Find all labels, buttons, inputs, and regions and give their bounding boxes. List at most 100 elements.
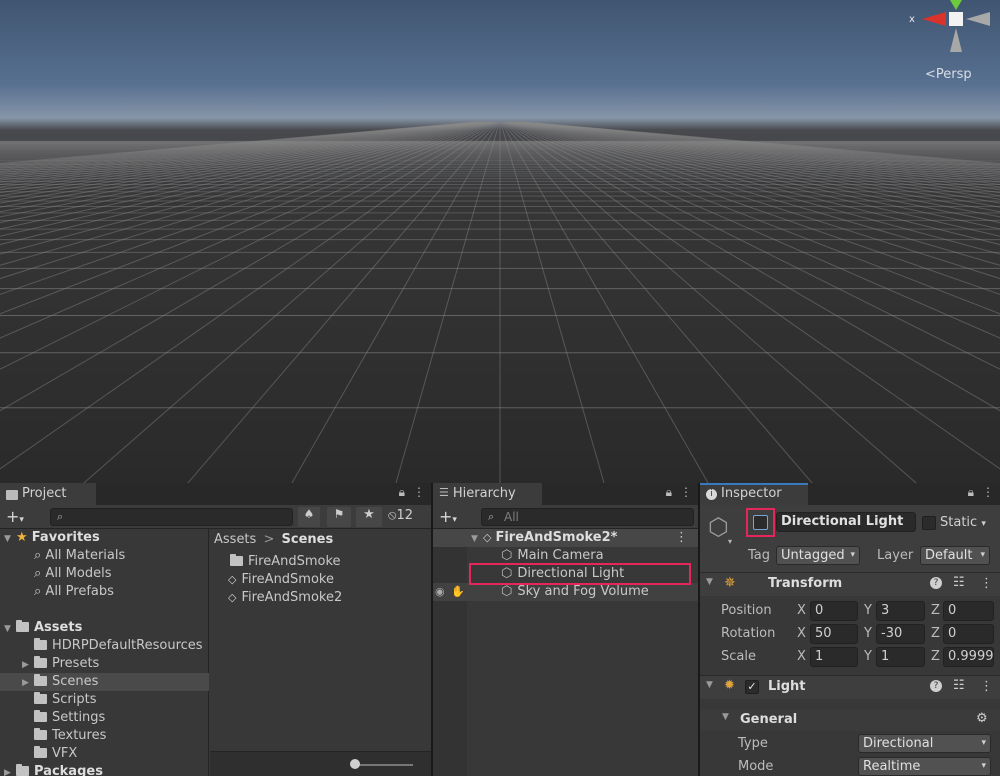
create-button[interactable]: +▾ xyxy=(6,507,24,526)
favorite-star-icon[interactable]: ★ xyxy=(356,507,382,527)
breadcrumb-current[interactable]: Scenes xyxy=(282,532,334,547)
assets-header[interactable]: ▼ Assets xyxy=(4,619,82,637)
position-x-label[interactable]: X xyxy=(797,603,806,618)
gizmo-y-cone[interactable] xyxy=(950,0,962,10)
general-section-header[interactable]: ▼ General ⚙ xyxy=(700,709,1000,731)
favorite-item[interactable]: ⌕ All Materials xyxy=(34,547,125,565)
rotation-y-field[interactable]: -30 xyxy=(876,624,925,644)
hierarchy-item[interactable]: ◉ ✋ ⬡ Sky and Fog Volume xyxy=(433,583,698,601)
icon-dropdown-caret[interactable]: ▾ xyxy=(728,537,732,546)
rotation-z-label[interactable]: Z xyxy=(931,626,940,641)
component-menu-icon[interactable]: ⋮ xyxy=(980,576,993,591)
lock-icon[interactable]: 🔒︎ xyxy=(666,485,672,500)
rotation-x-field[interactable]: 50 xyxy=(810,624,858,644)
scene-more-icon[interactable]: ⋮ xyxy=(675,529,688,547)
gizmo-z-cone[interactable] xyxy=(950,28,962,52)
visibility-eye-icon[interactable]: ◉ xyxy=(435,583,445,601)
layer-label: Layer xyxy=(877,548,914,563)
tab-inspector[interactable]: i Inspector xyxy=(700,483,808,505)
object-name-field[interactable]: Directional Light xyxy=(776,512,916,532)
folder-icon xyxy=(34,656,47,668)
highlight-active-checkbox xyxy=(746,508,775,537)
favorite-item[interactable]: ⌕ All Models xyxy=(34,565,111,583)
camera-mode-label[interactable]: <Persp xyxy=(925,67,972,82)
scale-z-field[interactable]: 0.9999 xyxy=(943,647,994,667)
folder-icon xyxy=(34,728,47,740)
folder-item[interactable]: Settings xyxy=(22,709,105,727)
scale-x-field[interactable]: 1 xyxy=(810,647,858,667)
folder-icon xyxy=(34,692,47,704)
project-search-input[interactable]: ⌕ xyxy=(50,508,293,526)
gizmo-x-label: x xyxy=(909,14,915,25)
position-y-field[interactable]: 3 xyxy=(876,601,925,621)
gizmo-center-cube[interactable] xyxy=(949,12,963,26)
highlight-directional-light xyxy=(469,563,691,585)
scale-x-label[interactable]: X xyxy=(797,649,806,664)
gizmo-x-cone[interactable] xyxy=(922,12,946,26)
create-button[interactable]: +▾ xyxy=(439,507,457,526)
folder-item[interactable]: Scripts xyxy=(22,691,96,709)
icon-size-slider-thumb[interactable] xyxy=(350,759,360,769)
breadcrumb-root[interactable]: Assets xyxy=(214,532,256,547)
lock-icon[interactable]: 🔒︎ xyxy=(399,485,405,500)
help-icon[interactable]: ? xyxy=(930,577,942,589)
static-label[interactable]: Static ▾ xyxy=(940,515,986,530)
position-z-label[interactable]: Z xyxy=(931,603,940,618)
hierarchy-search-input[interactable]: ⌕ All xyxy=(481,508,694,526)
packages-header[interactable]: ▶ Packages xyxy=(4,763,103,776)
file-item[interactable]: FireAndSmoke xyxy=(230,553,341,571)
gameobject-icon: ⬡ xyxy=(708,513,729,541)
orientation-gizmo[interactable]: x xyxy=(906,0,1000,60)
component-menu-icon[interactable]: ⋮ xyxy=(980,679,993,694)
rotation-x-label[interactable]: X xyxy=(797,626,806,641)
pickable-hand-icon[interactable]: ✋ xyxy=(451,583,465,601)
inspector-panel: i Inspector 🔒︎ ⋮ ⬡ ▾ Directional Light St… xyxy=(700,483,1000,776)
search-icon: ⌕ xyxy=(57,510,64,523)
lock-icon[interactable]: 🔒︎ xyxy=(968,485,974,500)
folder-item[interactable]: VFX xyxy=(22,745,77,763)
more-menu-icon[interactable]: ⋮ xyxy=(982,485,994,500)
more-menu-icon[interactable]: ⋮ xyxy=(413,485,425,500)
info-icon: i xyxy=(706,489,717,500)
position-z-field[interactable]: 0 xyxy=(943,601,994,621)
hidden-packages-toggle[interactable]: ⦸12 xyxy=(388,508,413,523)
help-icon[interactable]: ? xyxy=(930,680,942,692)
rotation-y-label[interactable]: Y xyxy=(864,626,872,641)
filter-by-label-icon[interactable]: ⚑ xyxy=(327,507,351,527)
filter-by-type-icon[interactable]: ♠ xyxy=(298,507,320,527)
light-type-dropdown[interactable]: Directional ▾ xyxy=(858,734,991,753)
transform-header[interactable]: ▼ ✵ Transform ? ☷ ⋮ xyxy=(700,572,1000,596)
tab-hierarchy[interactable]: ☰ Hierarchy xyxy=(433,483,542,505)
light-header[interactable]: ▼ ✹ ✓ Light ? ☷ ⋮ xyxy=(700,675,1000,699)
scale-z-label[interactable]: Z xyxy=(931,649,940,664)
tab-project[interactable]: Project xyxy=(0,483,96,505)
unity-scene-icon: ◇ xyxy=(228,573,237,586)
folder-item-selected[interactable]: ▶ Scenes xyxy=(0,673,209,691)
favorites-header[interactable]: ▼ ★ Favorites xyxy=(4,529,100,547)
position-y-label[interactable]: Y xyxy=(864,603,872,618)
rotation-z-field[interactable]: 0 xyxy=(943,624,994,644)
gizmo-neg-x-cone[interactable] xyxy=(966,12,990,26)
file-item[interactable]: ◇ FireAndSmoke xyxy=(228,571,334,589)
tag-dropdown[interactable]: Untagged ▾ xyxy=(776,546,860,565)
scene-row[interactable]: ▼ ◇ FireAndSmoke2* ⋮ xyxy=(433,529,698,547)
static-checkbox[interactable] xyxy=(922,516,936,530)
settings-gear-icon[interactable]: ⚙ xyxy=(976,711,988,726)
light-mode-dropdown[interactable]: Realtime ▾ xyxy=(858,757,991,776)
preset-icon[interactable]: ☷ xyxy=(953,575,965,590)
breadcrumb: Assets > Scenes xyxy=(214,532,334,547)
preset-icon[interactable]: ☷ xyxy=(953,678,965,693)
light-enabled-checkbox[interactable]: ✓ xyxy=(745,680,759,694)
scale-y-field[interactable]: 1 xyxy=(876,647,925,667)
folder-item[interactable]: HDRPDefaultResources xyxy=(22,637,203,655)
more-menu-icon[interactable]: ⋮ xyxy=(680,485,692,500)
layer-dropdown[interactable]: Default ▾ xyxy=(920,546,990,565)
scale-y-label[interactable]: Y xyxy=(864,649,872,664)
scene-view[interactable]: x <Persp xyxy=(0,0,1000,483)
folder-item[interactable]: ▶ Presets xyxy=(22,655,99,673)
favorite-item[interactable]: ⌕ All Prefabs xyxy=(34,583,114,601)
folder-item[interactable]: Textures xyxy=(22,727,106,745)
icon-size-slider-track[interactable] xyxy=(353,764,413,766)
position-x-field[interactable]: 0 xyxy=(810,601,858,621)
file-item[interactable]: ◇ FireAndSmoke2 xyxy=(228,589,342,607)
